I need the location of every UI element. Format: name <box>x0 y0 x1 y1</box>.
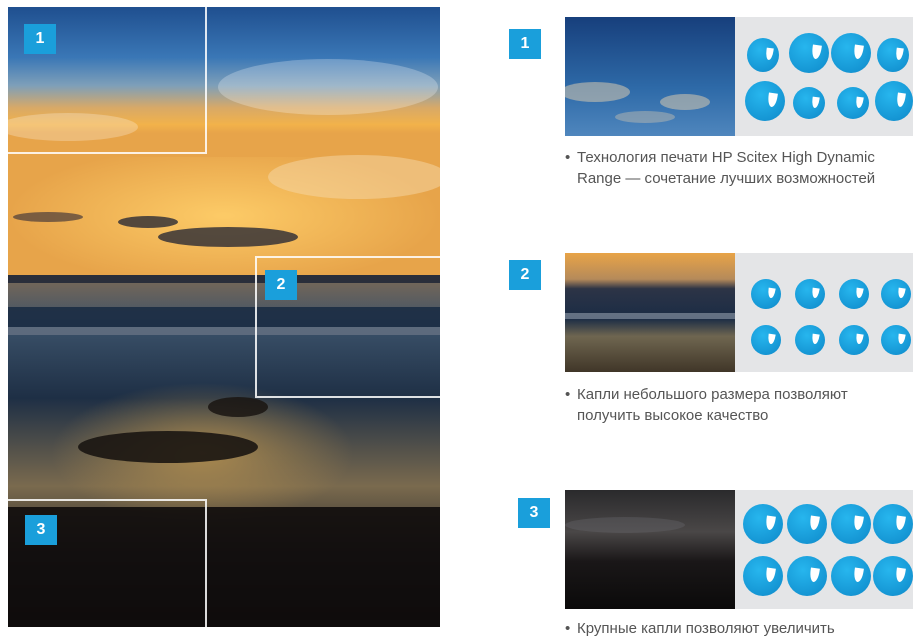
droplet-icon <box>787 504 827 544</box>
shadow-thumbnail <box>565 490 735 609</box>
detail-badge-3: 3 <box>518 498 550 528</box>
photo-badge-1: 1 <box>24 24 56 54</box>
photo-badge-2: 2 <box>265 270 297 300</box>
droplet-icon <box>831 556 871 596</box>
droplet-icon <box>795 325 825 355</box>
sky-thumbnail <box>565 17 735 136</box>
droplet-icon <box>837 87 869 119</box>
droplet-icon <box>873 556 913 596</box>
drops-mixed-panel <box>735 17 913 136</box>
droplet-icon <box>831 504 871 544</box>
detail-panel-3 <box>565 490 913 609</box>
detail-panel-1 <box>565 17 913 136</box>
droplet-icon <box>881 325 911 355</box>
droplet-icon <box>839 325 869 355</box>
droplet-icon <box>839 279 869 309</box>
detail-badge-1: 1 <box>509 29 541 59</box>
main-photo-frame: 1 2 3 <box>8 7 440 627</box>
droplet-icon <box>787 556 827 596</box>
droplet-icon <box>751 279 781 309</box>
caption-2: • Капли небольшого размера позволяют полу… <box>565 386 848 424</box>
caption-1: • Технология печати HP Scitex High Dynami… <box>565 149 876 187</box>
detail-badge-2: 2 <box>509 260 541 290</box>
detail-panel-2 <box>565 253 913 372</box>
droplet-icon <box>789 33 829 73</box>
droplet-icon <box>751 325 781 355</box>
drops-large-panel <box>735 490 913 609</box>
caption-3: • Крупные капли позволяют увеличить <box>565 620 835 637</box>
droplet-icon <box>795 279 825 309</box>
droplet-icon <box>881 279 911 309</box>
droplet-icon <box>831 33 871 73</box>
droplet-icon <box>793 87 825 119</box>
droplet-icon <box>747 38 779 72</box>
horizon-thumbnail <box>565 253 735 372</box>
droplet-icon <box>873 504 913 544</box>
photo-badge-3: 3 <box>25 515 57 545</box>
droplet-icon <box>743 556 783 596</box>
droplet-icon <box>875 81 913 121</box>
drops-small-panel <box>735 253 913 372</box>
droplet-icon <box>743 504 783 544</box>
droplet-icon <box>877 38 909 72</box>
droplet-icon <box>745 81 785 121</box>
